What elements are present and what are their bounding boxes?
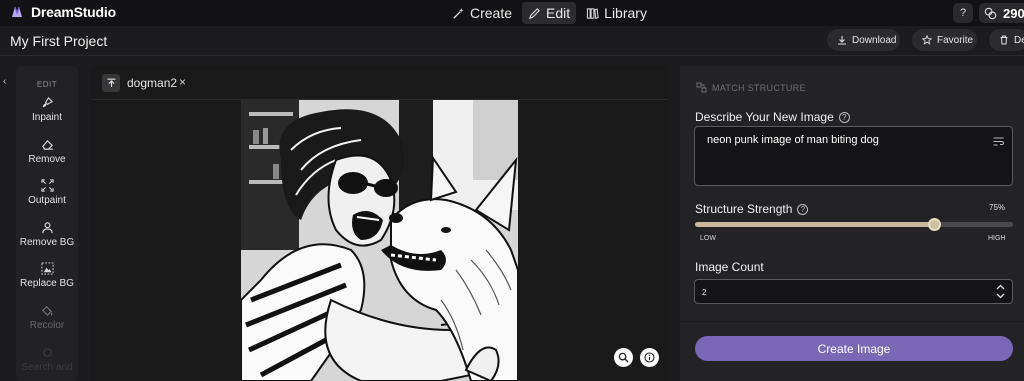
settings-panel: MATCH STRUCTURE Describe Your New Image …	[680, 66, 1024, 381]
nav-create-label: Create	[470, 5, 513, 21]
chevron-up-down-icon[interactable]	[996, 284, 1005, 299]
tool-recolor[interactable]: Recolor	[16, 304, 78, 331]
paint-bucket-icon	[41, 305, 52, 316]
prompt-label: Describe Your New Image ?	[695, 110, 850, 124]
tool-remove[interactable]: Remove	[16, 138, 78, 165]
library-icon	[587, 7, 599, 19]
tool-remove-bg[interactable]: Remove BG	[16, 221, 78, 248]
delete-button[interactable]: Delete	[989, 29, 1024, 51]
collapse-sidebar-button[interactable]: ‹	[3, 76, 6, 87]
strength-value: 75%	[989, 203, 1006, 212]
man-biting-dog-illustration	[241, 100, 518, 381]
help-button[interactable]: ?	[953, 3, 973, 23]
image-tab-bar: dogman2 ×	[91, 66, 668, 100]
slider-high-label: HIGH	[988, 235, 1006, 242]
app-logo[interactable]: DreamStudio	[9, 4, 116, 20]
info-button[interactable]	[640, 348, 659, 367]
strength-label: Structure Strength ?	[695, 202, 809, 216]
slider-low-label: LOW	[700, 235, 716, 242]
credits-count: 290	[1003, 5, 1024, 21]
tool-inpaint-label: Inpaint	[31, 112, 63, 123]
trash-icon	[1000, 35, 1008, 45]
strength-label-text: Structure Strength	[695, 202, 793, 216]
upload-icon[interactable]	[102, 74, 120, 92]
help-circle-icon[interactable]: ?	[838, 111, 850, 123]
tool-replace-bg-label: Replace BG	[20, 278, 74, 289]
download-label: Download	[852, 34, 897, 46]
structure-strength-slider[interactable]	[695, 218, 1013, 231]
nav-library[interactable]: Library	[580, 2, 653, 24]
project-bar: My First Project Download Favorite Delet…	[0, 26, 1024, 56]
tool-outpaint-label: Outpaint	[28, 195, 66, 206]
magnifier-icon	[618, 352, 629, 363]
tool-remove-label: Remove	[28, 154, 66, 165]
tool-outpaint[interactable]: Outpaint	[16, 179, 78, 206]
nav-edit-label: Edit	[546, 5, 571, 21]
tool-search-replace-label: Search and	[21, 362, 73, 373]
top-bar: DreamStudio Create Edit Library ? 290	[0, 0, 1024, 26]
section-header: MATCH STRUCTURE	[696, 82, 806, 93]
eraser-icon	[41, 139, 53, 150]
brush-icon	[42, 96, 53, 108]
zoom-button[interactable]	[614, 348, 633, 367]
edit-image[interactable]	[241, 100, 518, 381]
prompt-textarea[interactable]: neon punk image of man biting dog	[694, 126, 1013, 186]
section-title: MATCH STRUCTURE	[712, 82, 806, 93]
nav-create[interactable]: Create	[446, 2, 518, 24]
edit-tools-panel: EDIT Inpaint Remove Outpaint Remove BG R…	[16, 66, 78, 381]
prompt-label-text: Describe Your New Image	[695, 110, 834, 124]
create-image-button[interactable]: Create Image	[695, 336, 1013, 361]
person-icon	[41, 222, 53, 234]
coins-icon	[984, 7, 997, 19]
nav-library-label: Library	[604, 5, 647, 21]
text-wrap-icon[interactable]	[993, 137, 1004, 146]
favorite-button[interactable]: Favorite	[912, 29, 977, 51]
app-name: DreamStudio	[31, 4, 116, 20]
info-icon	[644, 352, 655, 363]
project-title[interactable]: My First Project	[10, 33, 107, 49]
tab-close-icon[interactable]: ×	[179, 75, 186, 89]
download-icon	[838, 36, 846, 45]
delete-label: Delete	[1014, 34, 1024, 46]
prompt-value: neon punk image of man biting dog	[707, 134, 879, 146]
slider-fill	[695, 222, 934, 227]
tool-search-replace[interactable]: Search and	[16, 346, 78, 373]
favorite-label: Favorite	[937, 34, 974, 46]
canvas-area: dogman2 ×	[91, 66, 668, 381]
image-count-value: 2	[702, 288, 707, 297]
image-tab-name[interactable]: dogman2	[127, 76, 177, 90]
count-label: Image Count	[695, 260, 764, 274]
main-nav: Create Edit Library	[446, 2, 653, 24]
panel-divider	[680, 321, 1024, 322]
replace-bg-icon	[40, 262, 54, 275]
tools-header: EDIT	[36, 80, 58, 89]
match-structure-icon	[696, 82, 707, 93]
tool-replace-bg[interactable]: Replace BG	[16, 262, 78, 289]
star-icon	[922, 35, 932, 45]
tool-remove-bg-label: Remove BG	[19, 237, 75, 248]
help-circle-icon[interactable]: ?	[797, 203, 809, 215]
nav-edit[interactable]: Edit	[522, 2, 577, 24]
expand-icon	[40, 179, 54, 192]
credits-button[interactable]: 290	[979, 3, 1024, 23]
search-replace-icon	[42, 348, 52, 357]
download-button[interactable]: Download	[827, 29, 900, 51]
pencil-icon	[529, 7, 540, 19]
tool-inpaint[interactable]: Inpaint	[16, 96, 78, 123]
slider-thumb[interactable]	[927, 218, 941, 231]
wand-icon	[453, 7, 464, 19]
image-count-select[interactable]: 2	[694, 279, 1013, 304]
tool-recolor-label: Recolor	[29, 320, 65, 331]
count-label-text: Image Count	[695, 260, 764, 274]
dreamstudio-logo-icon	[12, 6, 22, 17]
